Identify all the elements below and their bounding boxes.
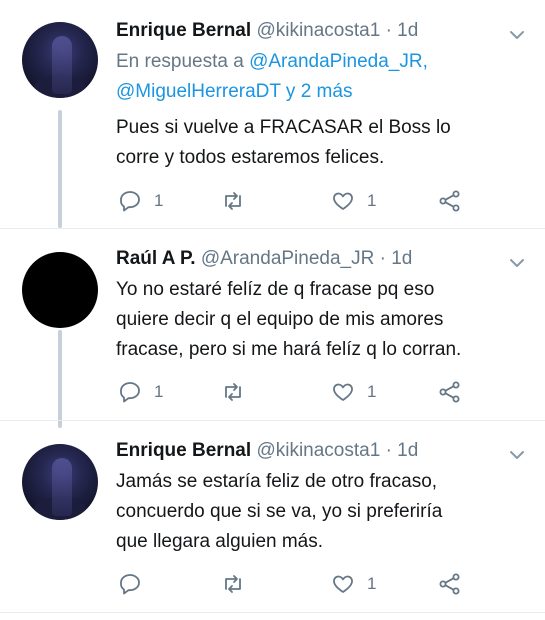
mention-link[interactable]: @MiguelHerreraDT xyxy=(116,81,281,102)
tweet-header: Enrique Bernal @kikinacosta1 · 1d xyxy=(116,440,418,462)
tweet-divider xyxy=(0,612,545,613)
avatar-photo xyxy=(52,36,72,94)
tweet-text: Yo no estaré felíz de q fracase pq eso q… xyxy=(116,275,526,365)
author-name[interactable]: Enrique Bernal xyxy=(116,440,251,461)
tweet-thread: Enrique Bernal @kikinacosta1 · 1d En res… xyxy=(0,0,545,620)
separator: · xyxy=(385,440,392,461)
tweet-text-line: que llegara alguien más. xyxy=(116,531,324,552)
like-button[interactable]: 1 xyxy=(331,379,376,405)
like-count: 1 xyxy=(367,191,377,210)
tweet-header: Enrique Bernal @kikinacosta1 · 1d xyxy=(116,20,418,42)
tweet-actions: 1 1 xyxy=(116,188,476,214)
reply-context: @MiguelHerreraDT y 2 más xyxy=(116,77,352,107)
tweet-text-line: fracase, pero si me hará felíz q lo corr… xyxy=(116,339,462,360)
tweet-time[interactable]: 1d xyxy=(391,248,412,269)
author-name[interactable]: Enrique Bernal xyxy=(116,20,251,41)
more-mentions-link[interactable]: y 2 más xyxy=(281,81,353,102)
reply-button[interactable] xyxy=(118,571,154,597)
retweet-button[interactable] xyxy=(221,379,257,405)
retweet-button[interactable] xyxy=(221,188,257,214)
reply-count: 1 xyxy=(154,382,164,401)
retweet-icon xyxy=(225,383,241,401)
share-icon xyxy=(439,381,460,403)
tweet-text-line: quiere decir q el equipo de mis amores xyxy=(116,309,444,330)
tweet[interactable]: Enrique Bernal @kikinacosta1 · 1d En res… xyxy=(0,0,545,225)
avatar[interactable] xyxy=(22,252,98,328)
share-button[interactable] xyxy=(438,571,462,597)
share-button[interactable] xyxy=(438,379,462,405)
tweet-text-line: Jamás se estaría feliz de otro fracaso, xyxy=(116,471,438,492)
reply-count: 1 xyxy=(154,191,164,210)
like-button[interactable]: 1 xyxy=(331,188,376,214)
like-count: 1 xyxy=(367,574,377,593)
tweet-time[interactable]: 1d xyxy=(397,20,418,41)
reply-icon xyxy=(120,382,140,403)
reply-prefix: En respuesta a xyxy=(116,51,250,72)
chevron-down-icon[interactable] xyxy=(508,26,526,44)
tweet-actions: 1 1 xyxy=(116,379,476,405)
reply-button[interactable]: 1 xyxy=(118,379,163,405)
tweet-header: Raúl A P. @ArandaPineda_JR · 1d xyxy=(116,248,412,270)
tweet-text-line: Yo no estaré felíz de q fracase pq eso xyxy=(116,279,435,300)
tweet-text: Pues si vuelve a FRACASAR el Boss lo cor… xyxy=(116,113,526,173)
tweet-actions: 1 xyxy=(116,571,476,597)
heart-icon xyxy=(333,383,353,401)
share-button[interactable] xyxy=(438,188,462,214)
author-handle[interactable]: @kikinacosta1 xyxy=(256,440,380,461)
separator: · xyxy=(379,248,386,269)
tweet-text: Jamás se estaría feliz de otro fracaso, … xyxy=(116,467,526,557)
reply-button[interactable]: 1 xyxy=(118,188,163,214)
author-handle[interactable]: @ArandaPineda_JR xyxy=(201,248,375,269)
avatar[interactable] xyxy=(22,22,98,98)
chevron-down-icon[interactable] xyxy=(508,446,526,464)
avatar[interactable] xyxy=(22,444,98,520)
tweet[interactable]: Raúl A P. @ArandaPineda_JR · 1d Yo no es… xyxy=(0,229,545,419)
separator: · xyxy=(385,20,392,41)
tweet-time[interactable]: 1d xyxy=(397,440,418,461)
retweet-icon xyxy=(225,192,241,210)
share-icon xyxy=(439,573,460,595)
reply-icon xyxy=(120,574,140,595)
heart-icon xyxy=(333,192,353,210)
tweet[interactable]: Enrique Bernal @kikinacosta1 · 1d Jamás … xyxy=(0,421,545,620)
reply-context: En respuesta a @ArandaPineda_JR, xyxy=(116,47,428,77)
tweet-text-line: concuerdo que si se va, yo si preferiría xyxy=(116,501,443,522)
reply-icon xyxy=(120,191,140,212)
tweet-text-line: Pues si vuelve a FRACASAR el Boss lo xyxy=(116,117,451,138)
retweet-button[interactable] xyxy=(221,571,257,597)
author-handle[interactable]: @kikinacosta1 xyxy=(256,20,380,41)
avatar-photo xyxy=(52,458,72,516)
heart-icon xyxy=(333,575,353,593)
chevron-down-icon[interactable] xyxy=(508,254,526,272)
retweet-icon xyxy=(225,575,241,593)
author-name[interactable]: Raúl A P. xyxy=(116,248,196,269)
like-button[interactable]: 1 xyxy=(331,571,376,597)
like-count: 1 xyxy=(367,382,377,401)
tweet-text-line: corre y todos estaremos felices. xyxy=(116,147,385,168)
share-icon xyxy=(439,190,460,212)
mention-link[interactable]: @ArandaPineda_JR, xyxy=(249,51,428,72)
